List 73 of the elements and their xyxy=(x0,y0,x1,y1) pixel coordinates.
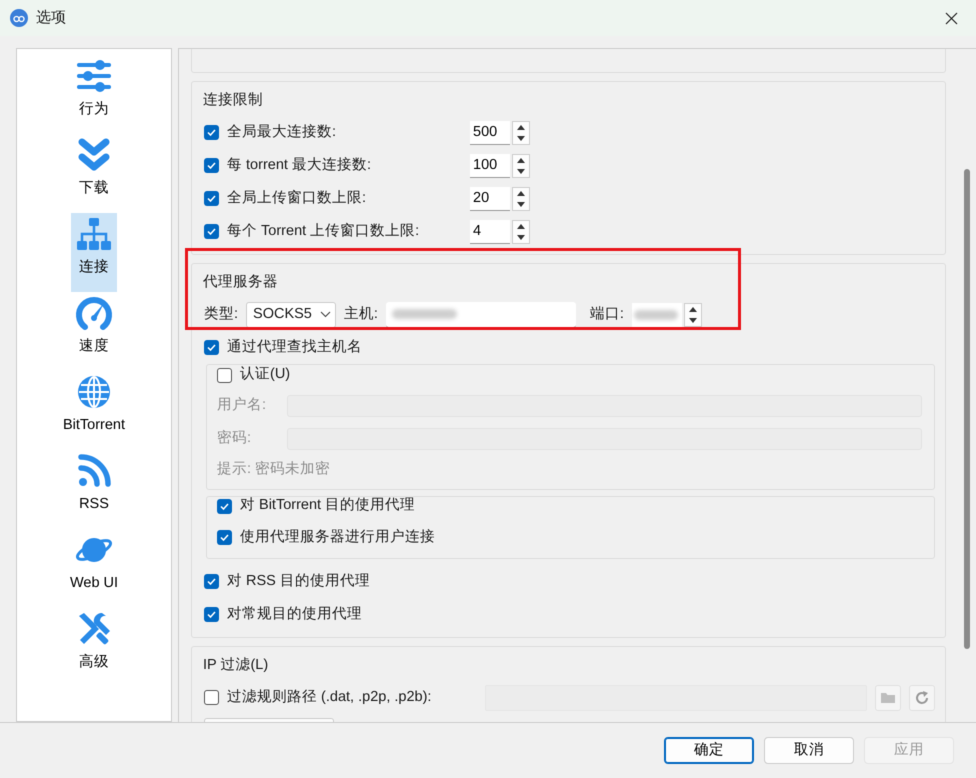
speedometer-icon xyxy=(75,294,113,332)
check-icon xyxy=(219,500,230,512)
check-icon xyxy=(206,160,217,171)
checkbox[interactable] xyxy=(204,191,219,206)
check-icon xyxy=(206,226,217,237)
checkbox-label: 使用代理服务器进行用户连接 xyxy=(240,528,435,547)
checkbox-label: 过滤规则路径 (.dat, .p2p, .p2b): xyxy=(227,688,432,707)
caret-icon xyxy=(320,311,331,318)
checkbox-label: 每 torrent 最大连接数: xyxy=(227,156,372,175)
type-dropdown[interactable]: SOCKS5 xyxy=(246,302,336,328)
window-title: 选项 xyxy=(36,8,66,28)
hint-text: 提示: 密码未加密 xyxy=(217,460,330,480)
checkbox-label: 每个 Torrent 上传窗口数上限: xyxy=(227,222,420,241)
checkbox[interactable] xyxy=(217,498,232,514)
sidebar-item[interactable]: 连接 xyxy=(71,213,117,292)
group-title: IP 过滤(L) xyxy=(203,656,270,676)
globe-icon xyxy=(75,373,113,411)
number-field[interactable]: 4 xyxy=(470,220,510,244)
dialog-button[interactable]: 取消 xyxy=(764,737,854,764)
spin-buttons[interactable] xyxy=(512,220,530,244)
network-icon xyxy=(75,215,113,253)
spin-buttons[interactable] xyxy=(512,154,530,178)
check-icon xyxy=(206,342,217,353)
sidebar-item[interactable]: 速度 xyxy=(71,292,117,371)
port-field[interactable] xyxy=(632,302,682,326)
checkbox-label: 对 RSS 目的使用代理 xyxy=(227,572,370,591)
checkbox[interactable] xyxy=(204,158,219,173)
field-label: 密码: xyxy=(217,428,252,448)
checkbox-label: 认证(U) xyxy=(240,365,290,384)
dialog-button[interactable]: 确定 xyxy=(664,737,754,764)
checkbox-label: 对 BitTorrent 目的使用代理 xyxy=(240,496,416,516)
spin-buttons[interactable] xyxy=(512,186,530,210)
check-icon xyxy=(206,193,217,204)
group-title: 代理服务器 xyxy=(203,273,279,292)
checkbox[interactable] xyxy=(204,224,219,239)
reload-button[interactable] xyxy=(909,684,935,710)
check-icon xyxy=(206,609,217,620)
check-icon xyxy=(206,576,217,587)
field-label: 用户名: xyxy=(217,396,268,415)
reload-icon xyxy=(914,690,930,706)
checkbox[interactable] xyxy=(217,530,232,545)
field-label: 类型: xyxy=(204,304,238,324)
number-field[interactable]: 100 xyxy=(470,154,510,178)
group-title: 连接限制 xyxy=(203,91,264,110)
number-field[interactable]: 20 xyxy=(470,186,510,210)
sidebar-item[interactable]: 高级 xyxy=(71,608,117,687)
checkbox[interactable] xyxy=(217,368,232,382)
checkbox-label: 全局最大连接数: xyxy=(227,122,338,142)
checkbox-label: 通过代理查找主机名 xyxy=(227,338,362,357)
checkbox[interactable] xyxy=(204,340,219,355)
close-icon xyxy=(944,12,958,24)
sidebar-item[interactable]: 下载 xyxy=(71,134,117,213)
checkbox-label: 全局上传窗口数上限: xyxy=(227,188,368,208)
checkbox[interactable] xyxy=(204,125,219,140)
checkbox[interactable] xyxy=(204,574,219,589)
host-field[interactable] xyxy=(386,302,576,328)
check-icon xyxy=(206,127,217,138)
check-icon xyxy=(219,532,230,543)
sliders-icon xyxy=(75,57,113,95)
sidebar-item[interactable]: 行为 xyxy=(71,55,117,134)
checkbox[interactable] xyxy=(204,607,219,622)
field-label: 端口: xyxy=(590,304,624,324)
checkbox[interactable] xyxy=(204,690,219,705)
sidebar-item[interactable]: RSS xyxy=(71,450,117,529)
number-field[interactable]: 500 xyxy=(470,120,510,144)
checkbox-label: 对常规目的使用代理 xyxy=(227,604,362,624)
app-icon xyxy=(10,9,28,27)
field-label: 主机: xyxy=(344,304,378,324)
spin-buttons[interactable] xyxy=(684,302,702,326)
folder-icon xyxy=(880,691,896,704)
spin-buttons[interactable] xyxy=(512,120,530,144)
sidebar-item[interactable]: BitTorrent xyxy=(62,371,126,450)
sidebar-item[interactable]: Web UI xyxy=(70,529,118,608)
